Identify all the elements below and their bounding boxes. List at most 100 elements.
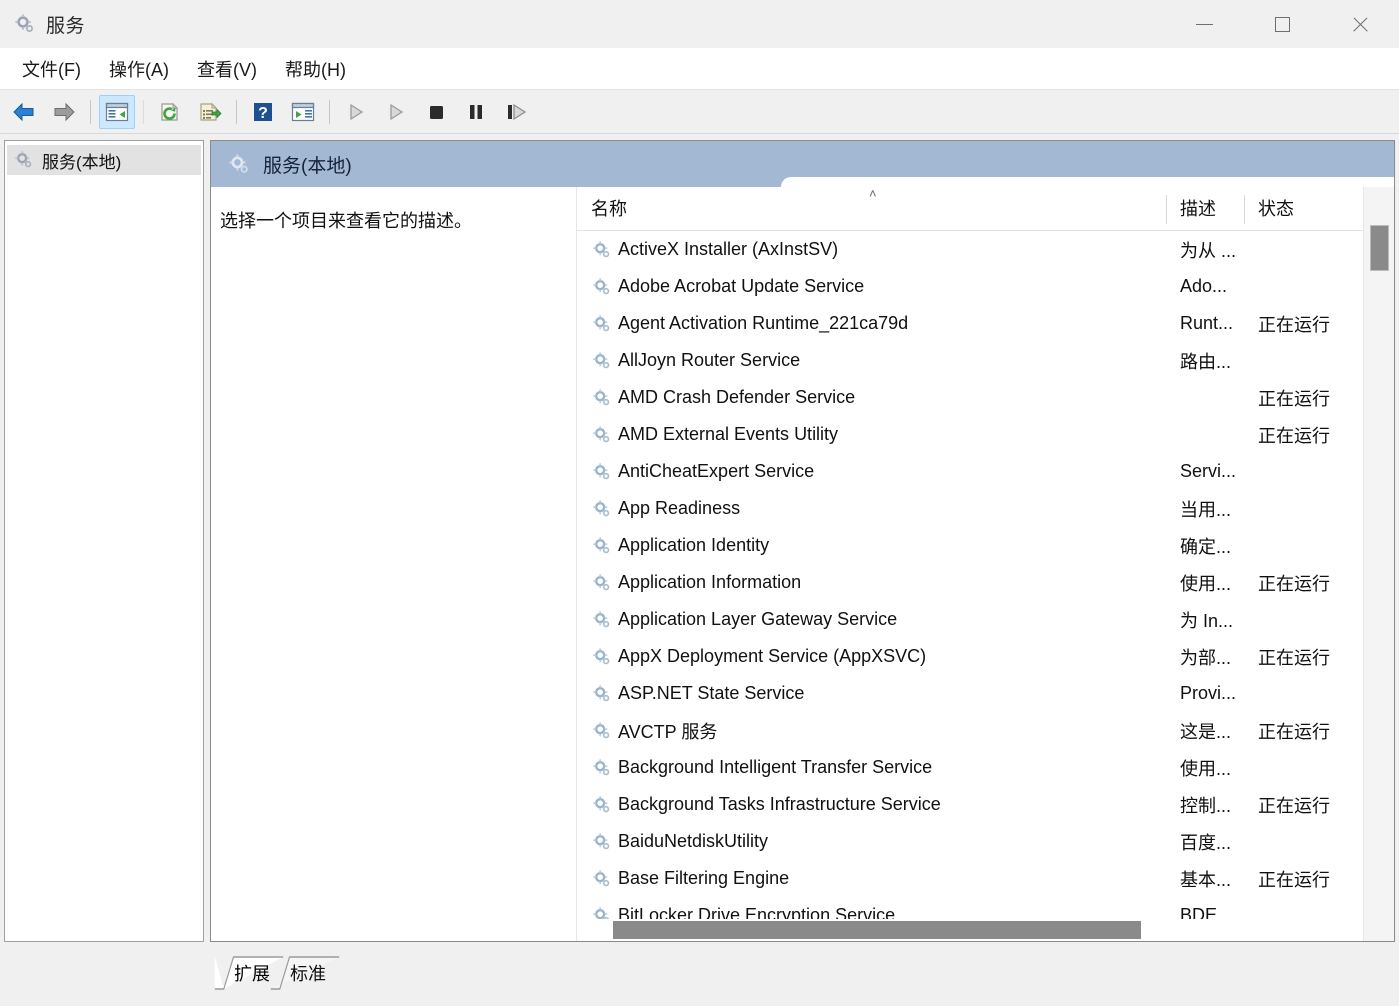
- service-name-label: BaiduNetdiskUtility: [618, 831, 769, 851]
- table-row[interactable]: AMD Crash Defender Service 正在运行: [577, 379, 1356, 416]
- restart-service-button[interactable]: [498, 95, 534, 129]
- start-service-button[interactable]: [338, 95, 374, 129]
- console-tree-icon: [105, 102, 129, 121]
- horizontal-scrollbar-thumb[interactable]: [613, 921, 1141, 939]
- vertical-scrollbar-thumb[interactable]: [1370, 225, 1389, 271]
- menu-view[interactable]: 查看(V): [185, 52, 269, 86]
- tab-standard-label: 标准: [290, 964, 326, 984]
- sidebar-item-services-local[interactable]: 服务(本地): [7, 145, 201, 175]
- toolbar-separator-2: [143, 99, 144, 124]
- service-status-cell: 正在运行: [1258, 721, 1330, 742]
- show-action-pane-button[interactable]: [285, 95, 321, 129]
- service-name-label: Application Identity: [618, 535, 770, 555]
- service-name-cell: AppX Deployment Service (AppXSVC): [577, 646, 1166, 667]
- services-gear-icon: [227, 152, 251, 176]
- service-gear-icon: [591, 276, 612, 297]
- show-console-tree-button[interactable]: [99, 94, 135, 129]
- pane-content: 选择一个项目来查看它的描述。 名称 ˄ 描述 状态 ActiveX Instal…: [211, 187, 1394, 941]
- refresh-button[interactable]: [152, 95, 188, 129]
- stop-square-icon: [430, 105, 443, 119]
- arrow-right-icon: [54, 102, 75, 121]
- services-gear-icon: [13, 149, 35, 171]
- table-row[interactable]: AMD External Events Utility 正在运行: [577, 416, 1356, 453]
- service-name-cell: Application Identity: [577, 535, 1166, 556]
- resume-service-button[interactable]: [378, 95, 414, 129]
- service-status-cell: 正在运行: [1258, 388, 1330, 409]
- service-name-cell: Agent Activation Runtime_221ca79d: [577, 313, 1166, 334]
- service-name-label: Adobe Acrobat Update Service: [618, 276, 865, 296]
- service-description-panel: 选择一个项目来查看它的描述。: [211, 187, 577, 941]
- table-row[interactable]: Application Identity 确定...: [577, 527, 1356, 564]
- service-name-cell: BaiduNetdiskUtility: [577, 831, 1166, 852]
- table-row[interactable]: App Readiness 当用...: [577, 490, 1356, 527]
- column-header-name[interactable]: 名称 ˄: [577, 187, 1166, 230]
- table-row[interactable]: Background Intelligent Transfer Service 使…: [577, 749, 1356, 786]
- column-header-status[interactable]: 状态: [1244, 187, 1356, 230]
- pause-service-button[interactable]: [458, 95, 494, 129]
- table-row[interactable]: AntiCheatExpert Service Servi...: [577, 453, 1356, 490]
- table-row[interactable]: AppX Deployment Service (AppXSVC) 为部... 正在…: [577, 638, 1356, 675]
- description-placeholder: 选择一个项目来查看它的描述。: [220, 211, 472, 231]
- menu-action[interactable]: 操作(A): [97, 52, 181, 86]
- table-row[interactable]: AVCTP 服务 这是... 正在运行: [577, 712, 1356, 749]
- play-icon: [390, 103, 404, 120]
- export-list-button[interactable]: [192, 95, 228, 129]
- table-row[interactable]: ASP.NET State Service Provi...: [577, 675, 1356, 712]
- forward-button[interactable]: [46, 95, 82, 129]
- sort-ascending-icon: ˄: [869, 186, 877, 201]
- service-name-label: Application Layer Gateway Service: [618, 609, 898, 629]
- close-icon: [1352, 16, 1369, 33]
- service-gear-icon: [591, 609, 612, 630]
- horizontal-scrollbar[interactable]: [577, 919, 1356, 941]
- export-list-icon: [200, 102, 222, 121]
- column-header-description[interactable]: 描述: [1166, 187, 1244, 230]
- sidebar-item-label: 服务(本地): [42, 152, 122, 172]
- table-row[interactable]: BitLocker Drive Encryption Service BDE...: [577, 897, 1356, 919]
- service-name-label: Application Information: [618, 572, 802, 592]
- table-row[interactable]: BaiduNetdiskUtility 百度...: [577, 823, 1356, 860]
- service-gear-icon: [591, 535, 612, 556]
- svg-text:?: ?: [258, 105, 268, 122]
- service-status-cell: 正在运行: [1258, 647, 1330, 668]
- service-description-cell: BDE...: [1180, 905, 1233, 919]
- menu-file[interactable]: 文件(F): [10, 52, 93, 86]
- service-status-cell: 正在运行: [1258, 314, 1330, 335]
- service-name-cell: Base Filtering Engine: [577, 868, 1166, 889]
- service-description-cell: Runt...: [1180, 313, 1234, 333]
- service-gear-icon: [591, 498, 612, 519]
- table-row[interactable]: Base Filtering Engine 基本... 正在运行: [577, 860, 1356, 897]
- help-button[interactable]: ?: [245, 95, 281, 129]
- service-status-cell: 正在运行: [1258, 795, 1330, 816]
- tab-standard[interactable]: 标准: [270, 956, 340, 990]
- service-name-cell: AMD External Events Utility: [577, 424, 1166, 445]
- back-button[interactable]: [6, 95, 42, 129]
- toolbar-separator-3: [236, 99, 237, 124]
- table-row[interactable]: Adobe Acrobat Update Service Ado...: [577, 268, 1356, 305]
- service-name-label: Agent Activation Runtime_221ca79d: [618, 313, 909, 333]
- minimize-icon: [1195, 23, 1213, 25]
- arrow-left-icon: [13, 102, 34, 121]
- service-name-label: AntiCheatExpert Service: [618, 461, 815, 481]
- service-description-cell: 确定...: [1180, 536, 1232, 557]
- table-row[interactable]: ActiveX Installer (AxInstSV) 为从 ...: [577, 231, 1356, 268]
- table-row[interactable]: AllJoyn Router Service 路由...: [577, 342, 1356, 379]
- vertical-scrollbar[interactable]: [1363, 187, 1394, 941]
- console-tree-pane: 服务(本地): [4, 140, 204, 942]
- minimize-button[interactable]: [1165, 0, 1243, 48]
- table-row[interactable]: Application Information 使用... 正在运行: [577, 564, 1356, 601]
- table-row[interactable]: Application Layer Gateway Service 为 In...: [577, 601, 1356, 638]
- view-tabstrip: 扩展 标准: [0, 946, 1399, 990]
- table-row[interactable]: Background Tasks Infrastructure Service 控…: [577, 786, 1356, 823]
- services-gear-icon: [14, 13, 36, 35]
- table-row[interactable]: Agent Activation Runtime_221ca79d Runt...…: [577, 305, 1356, 342]
- list-rows-viewport[interactable]: ActiveX Installer (AxInstSV) 为从 ... Adobe …: [577, 231, 1394, 919]
- stop-service-button[interactable]: [418, 95, 454, 129]
- main-body: 服务(本地) 服务(本地) 选择一个项目来查看它的描述。 名称 ˄ 描述 状态 …: [0, 134, 1399, 946]
- close-button[interactable]: [1321, 0, 1399, 48]
- service-name-cell: ActiveX Installer (AxInstSV): [577, 239, 1166, 260]
- menu-help[interactable]: 帮助(H): [273, 52, 358, 86]
- title-bar: 服务: [0, 0, 1399, 48]
- service-name-cell: Background Tasks Infrastructure Service: [577, 794, 1166, 815]
- maximize-button[interactable]: [1243, 0, 1321, 48]
- pause-bars-icon: [470, 104, 482, 119]
